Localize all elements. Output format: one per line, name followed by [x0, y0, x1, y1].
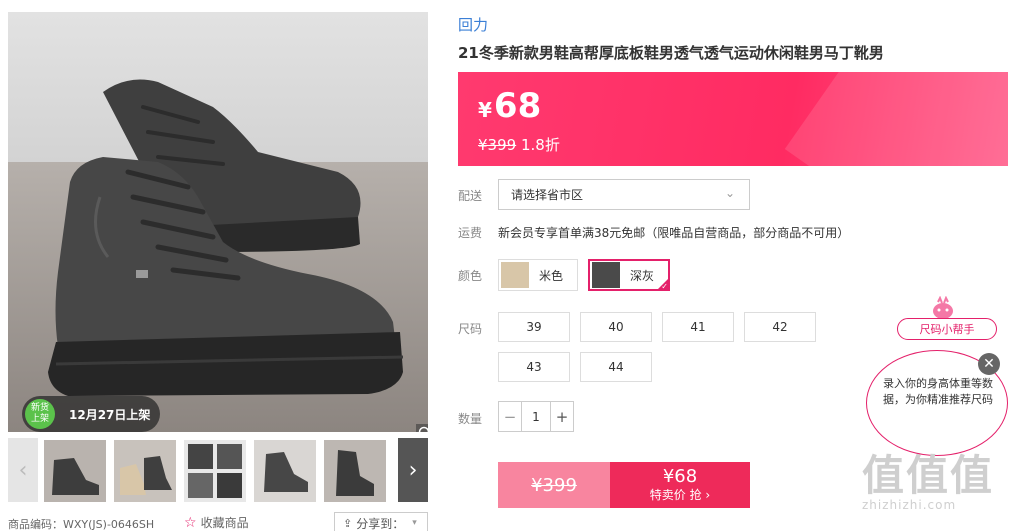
buy-price: ¥68: [662, 466, 698, 487]
favorite-button[interactable]: ☆ 收藏商品: [184, 514, 249, 531]
color-option-label: 深灰: [630, 268, 655, 283]
thumbnail-5[interactable]: [324, 440, 386, 502]
chevron-down-icon: ⌄: [724, 186, 735, 200]
original-price: ¥399: [478, 136, 517, 154]
thumbnail-4[interactable]: [254, 440, 316, 502]
star-icon: ☆: [184, 514, 197, 531]
chevron-left-icon: ‹: [18, 457, 28, 483]
price-banner: ¥ 68 ¥399 1.8折: [458, 72, 1008, 166]
shipping-label: 运费: [458, 226, 483, 240]
thumbnail-strip: ‹ ›: [8, 438, 428, 502]
share-label: 分享到：: [356, 516, 405, 531]
quantity-stepper: − 1 +: [498, 401, 574, 432]
watermark: 值值值 zhizhizhi.com: [862, 451, 995, 513]
quantity-plus-button[interactable]: +: [551, 402, 573, 431]
buy-button[interactable]: ¥399 ¥68 特卖价 抢 ›: [498, 462, 750, 508]
thumbnail-3[interactable]: [184, 440, 246, 502]
thumb-prev-button[interactable]: ‹: [8, 438, 38, 502]
size-option-39[interactable]: 39: [498, 312, 570, 342]
shipping-info: 新会员专享首单满38元免邮（限唯品自营商品，部分商品不可用）: [498, 226, 850, 240]
delivery-label: 配送: [458, 189, 483, 203]
mascot-icon: [928, 295, 958, 320]
buy-original-price: ¥399: [498, 462, 610, 508]
main-product-image[interactable]: 新货 上架 12月27日上架: [8, 12, 428, 432]
new-arrival-badge: 新货 上架 12月27日上架: [22, 396, 160, 432]
buy-cta-label: 特卖价 抢 ›: [649, 488, 711, 502]
product-title: 21冬季新款男鞋高帮厚底板鞋男透气透气运动休闲鞋男马丁靴男: [458, 44, 884, 62]
discount-text: 1.8折: [520, 136, 560, 154]
size-label: 尺码: [458, 322, 483, 336]
banner-decoration: [784, 72, 1008, 166]
size-helper-tag[interactable]: 尺码小帮手: [897, 318, 997, 340]
color-swatch: [592, 262, 620, 288]
size-option-43[interactable]: 43: [498, 352, 570, 382]
quantity-minus-button[interactable]: −: [499, 402, 521, 431]
new-arrival-date: 12月27日上架: [69, 407, 151, 422]
size-option-41[interactable]: 41: [662, 312, 734, 342]
quantity-input[interactable]: 1: [521, 402, 551, 431]
check-icon: ✓: [661, 282, 668, 291]
share-icon: ⇪: [343, 516, 353, 530]
chevron-right-icon: ›: [408, 457, 418, 483]
thumb-next-button[interactable]: ›: [398, 438, 428, 502]
region-select-value: 请选择省市区: [511, 188, 584, 202]
size-helper-text: 录入你的身高体重等数据，为你精准推荐尺码: [883, 377, 993, 406]
current-price: ¥ 68: [478, 86, 541, 126]
favorite-label: 收藏商品: [200, 516, 249, 530]
quantity-label: 数量: [458, 412, 483, 426]
color-label: 颜色: [458, 269, 483, 283]
zoom-icon[interactable]: [416, 424, 428, 432]
watermark-logo: 值值值: [862, 451, 995, 500]
color-option-dark-gray[interactable]: 深灰 ✓: [588, 259, 670, 291]
share-button[interactable]: ⇪ 分享到： ▾: [334, 512, 428, 531]
new-arrival-circle: 新货 上架: [25, 399, 55, 429]
original-price-line: ¥399 1.8折: [478, 134, 560, 155]
thumbnail-1[interactable]: [44, 440, 106, 502]
product-code: 商品编码：WXY(JS)-0646SH: [8, 518, 155, 531]
buy-now-button[interactable]: ¥68 特卖价 抢 ›: [610, 462, 750, 508]
color-swatch: [501, 262, 529, 288]
watermark-url: zhizhizhi.com: [862, 498, 957, 512]
thumbnail-2[interactable]: [114, 440, 176, 502]
boots-illustration: [48, 79, 404, 396]
size-option-44[interactable]: 44: [580, 352, 652, 382]
size-option-42[interactable]: 42: [744, 312, 816, 342]
brand-link[interactable]: 回力: [458, 14, 488, 35]
chevron-down-icon: ▾: [412, 518, 417, 528]
color-option-beige[interactable]: 米色: [498, 259, 578, 291]
color-option-label: 米色: [539, 268, 564, 283]
current-price-value: 68: [493, 86, 542, 126]
close-icon[interactable]: ✕: [978, 353, 1000, 375]
region-select[interactable]: 请选择省市区 ⌄: [498, 179, 750, 210]
currency-symbol: ¥: [478, 98, 492, 122]
size-option-40[interactable]: 40: [580, 312, 652, 342]
